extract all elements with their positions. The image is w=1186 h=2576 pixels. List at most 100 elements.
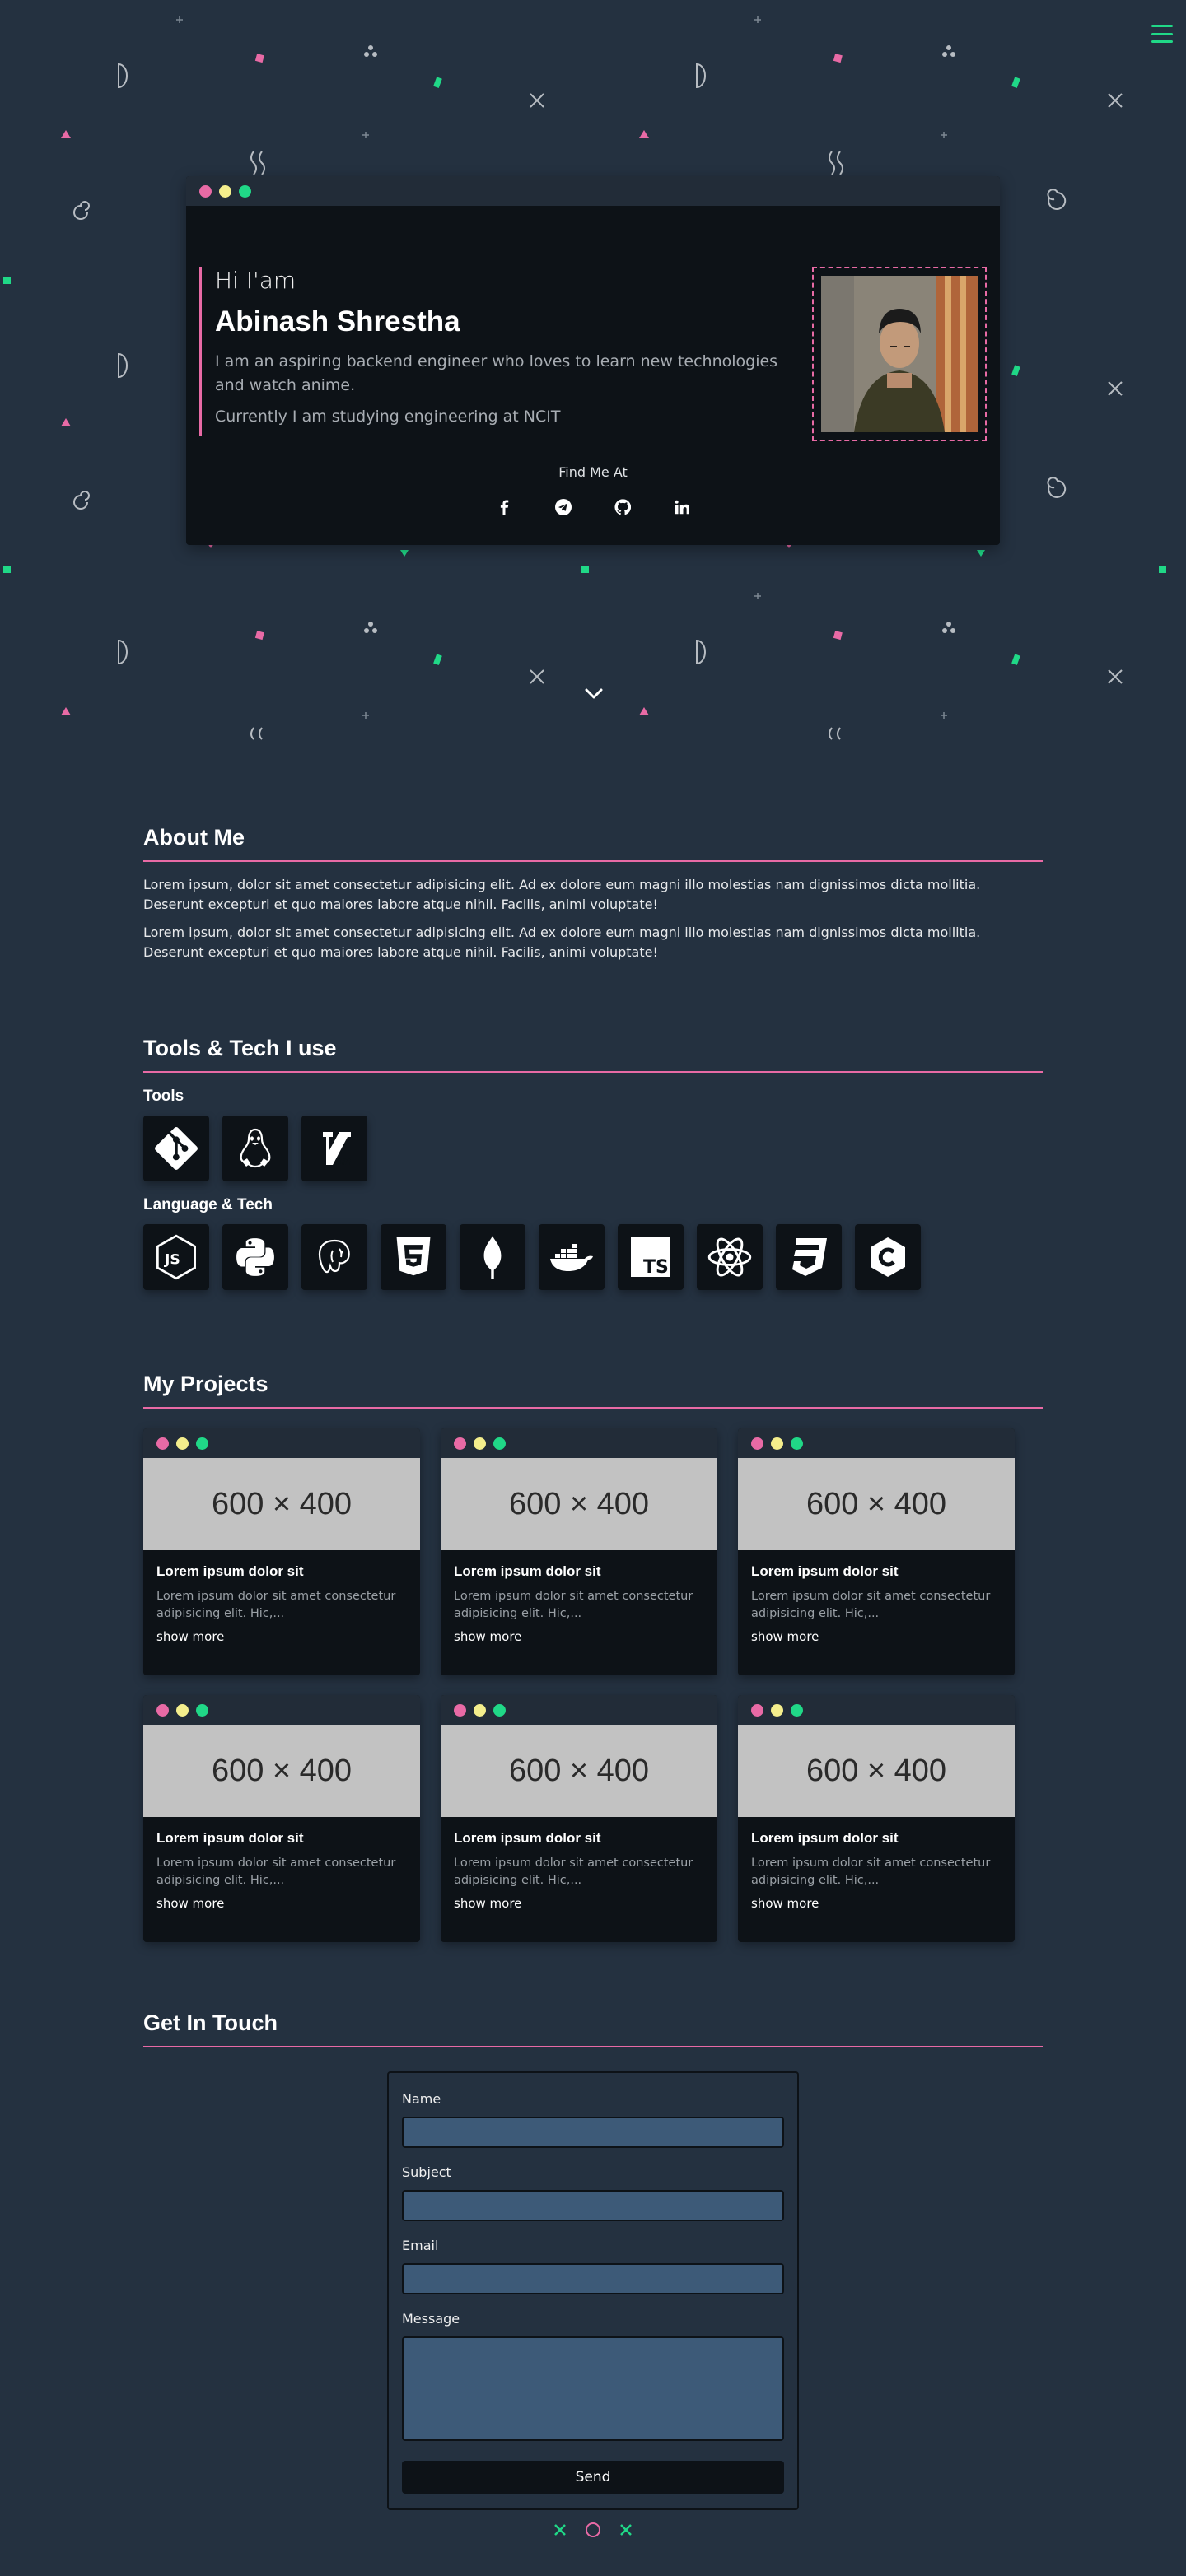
- linkedin-link[interactable]: [672, 497, 692, 517]
- window-titlebar: [186, 176, 1000, 206]
- projects-grid: 600 × 400 Lorem ipsum dolor sit Lorem ip…: [143, 1428, 1043, 1942]
- facebook-link[interactable]: [494, 497, 514, 517]
- project-image-placeholder: 600 × 400: [143, 1725, 420, 1817]
- hamburger-menu-button[interactable]: [1151, 25, 1173, 43]
- project-card[interactable]: 600 × 400 Lorem ipsum dolor sit Lorem ip…: [143, 1695, 420, 1942]
- email-field[interactable]: [402, 2263, 784, 2294]
- project-card[interactable]: 600 × 400 Lorem ipsum dolor sit Lorem ip…: [441, 1428, 717, 1675]
- projects-title: My Projects: [143, 1372, 1043, 1409]
- project-window-bar: [143, 1695, 420, 1725]
- tech-tile-mongodb: [460, 1224, 525, 1290]
- project-window-bar: [441, 1428, 717, 1458]
- project-card[interactable]: 600 × 400 Lorem ipsum dolor sit Lorem ip…: [143, 1428, 420, 1675]
- svg-text:TS: TS: [643, 1257, 669, 1278]
- tool-tile-vim: im: [301, 1116, 367, 1181]
- hero-study: Currently I am studying engineering at N…: [215, 408, 561, 426]
- telegram-link[interactable]: [553, 497, 573, 517]
- typescript-icon: TS: [631, 1237, 670, 1278]
- cross-icon: [620, 2524, 632, 2536]
- show-more-link[interactable]: show more: [156, 1629, 407, 1644]
- project-window-bar: [441, 1695, 717, 1725]
- project-image-placeholder: 600 × 400: [143, 1458, 420, 1550]
- mongodb-icon: [483, 1236, 502, 1279]
- message-field[interactable]: [402, 2336, 784, 2441]
- hero-greeting: Hi I'am: [215, 267, 296, 294]
- show-more-link[interactable]: show more: [751, 1896, 1002, 1911]
- project-card[interactable]: 600 × 400 Lorem ipsum dolor sit Lorem ip…: [738, 1428, 1015, 1675]
- project-description: Lorem ipsum dolor sit amet consectetur a…: [156, 1856, 396, 1887]
- name-label: Name: [402, 2091, 441, 2107]
- cross-icon: [554, 2524, 566, 2536]
- message-label: Message: [402, 2311, 460, 2327]
- name-field[interactable]: [402, 2117, 784, 2148]
- css3-icon: [792, 1238, 827, 1276]
- project-description: Lorem ipsum dolor sit amet consectetur a…: [454, 1856, 693, 1887]
- html5-icon: [396, 1237, 431, 1276]
- contact-form: Name Subject Email Message Send: [387, 2071, 799, 2510]
- project-image-placeholder: 600 × 400: [738, 1725, 1015, 1817]
- subject-label: Subject: [402, 2164, 451, 2180]
- project-image-placeholder: 600 × 400: [738, 1458, 1015, 1550]
- about-paragraph: Lorem ipsum, dolor sit amet consectetur …: [143, 877, 981, 912]
- tech-tile-c: [855, 1224, 921, 1290]
- profile-photo: [821, 276, 978, 432]
- svg-text:JS: JS: [164, 1252, 180, 1269]
- circle-icon: [586, 2522, 600, 2537]
- tools-subtitle: Tools: [143, 1088, 184, 1105]
- svg-text:im: im: [336, 1156, 351, 1168]
- vim-icon: im: [318, 1132, 351, 1168]
- tech-tile-typescript: TS: [618, 1224, 684, 1290]
- project-image-placeholder: 600 × 400: [441, 1458, 717, 1550]
- contact-section: Get In Touch: [143, 2010, 1043, 2047]
- project-description: Lorem ipsum dolor sit amet consectetur a…: [751, 1590, 991, 1620]
- tech-tile-html5: [381, 1224, 446, 1290]
- send-button[interactable]: Send: [402, 2461, 784, 2494]
- tech-tile-postgresql: [301, 1224, 367, 1290]
- project-card[interactable]: 600 × 400 Lorem ipsum dolor sit Lorem ip…: [738, 1695, 1015, 1942]
- about-title: About Me: [143, 825, 1043, 862]
- project-title: Lorem ipsum dolor sit: [454, 1563, 601, 1579]
- python-icon: [236, 1238, 274, 1276]
- hero-window: Hi I'am Abinash Shrestha I am an aspirin…: [186, 176, 1000, 545]
- about-paragraph: Lorem ipsum, dolor sit amet consectetur …: [143, 925, 981, 960]
- project-window-bar: [143, 1428, 420, 1458]
- tools-icon-row: im: [143, 1116, 1043, 1181]
- project-description: Lorem ipsum dolor sit amet consectetur a…: [751, 1856, 991, 1887]
- github-link[interactable]: [613, 497, 633, 517]
- tech-tile-python: [222, 1224, 288, 1290]
- github-icon: [614, 499, 631, 515]
- docker-icon: [550, 1244, 593, 1271]
- tools-section: Tools & Tech I use Tools im Language & T…: [143, 1036, 1043, 1290]
- project-description: Lorem ipsum dolor sit amet consectetur a…: [156, 1590, 396, 1620]
- chevron-down-icon[interactable]: [583, 685, 605, 701]
- hero-intro: Hi I'am Abinash Shrestha I am an aspirin…: [199, 267, 809, 436]
- footer-decoration: [554, 2522, 632, 2537]
- hero-name: Abinash Shrestha: [215, 305, 460, 338]
- tech-tile-react: [697, 1224, 763, 1290]
- show-more-link[interactable]: show more: [156, 1896, 407, 1911]
- telegram-icon: [555, 499, 572, 515]
- project-description: Lorem ipsum dolor sit amet consectetur a…: [454, 1590, 693, 1620]
- project-title: Lorem ipsum dolor sit: [454, 1830, 601, 1846]
- about-section: About Me Lorem ipsum, dolor sit amet con…: [143, 825, 1043, 962]
- show-more-link[interactable]: show more: [454, 1629, 704, 1644]
- profile-photo-frame: [812, 267, 987, 441]
- lang-subtitle: Language & Tech: [143, 1196, 273, 1213]
- show-more-link[interactable]: show more: [454, 1896, 704, 1911]
- tech-tile-css3: [776, 1224, 842, 1290]
- tool-tile-linux: [222, 1116, 288, 1181]
- project-window-bar: [738, 1428, 1015, 1458]
- git-icon: [155, 1127, 198, 1170]
- c-icon: [871, 1237, 905, 1277]
- react-icon: [707, 1237, 752, 1277]
- project-window-bar: [738, 1695, 1015, 1725]
- tech-tile-nodejs: JS: [143, 1224, 209, 1290]
- project-title: Lorem ipsum dolor sit: [156, 1830, 304, 1846]
- projects-section: My Projects 600 × 400 Lorem ipsum dolor …: [143, 1372, 1043, 1942]
- find-me-label: Find Me At: [558, 464, 628, 480]
- project-title: Lorem ipsum dolor sit: [156, 1563, 304, 1579]
- project-card[interactable]: 600 × 400 Lorem ipsum dolor sit Lorem ip…: [441, 1695, 717, 1942]
- subject-field[interactable]: [402, 2190, 784, 2221]
- hamburger-icon: [1151, 25, 1173, 27]
- show-more-link[interactable]: show more: [751, 1629, 1002, 1644]
